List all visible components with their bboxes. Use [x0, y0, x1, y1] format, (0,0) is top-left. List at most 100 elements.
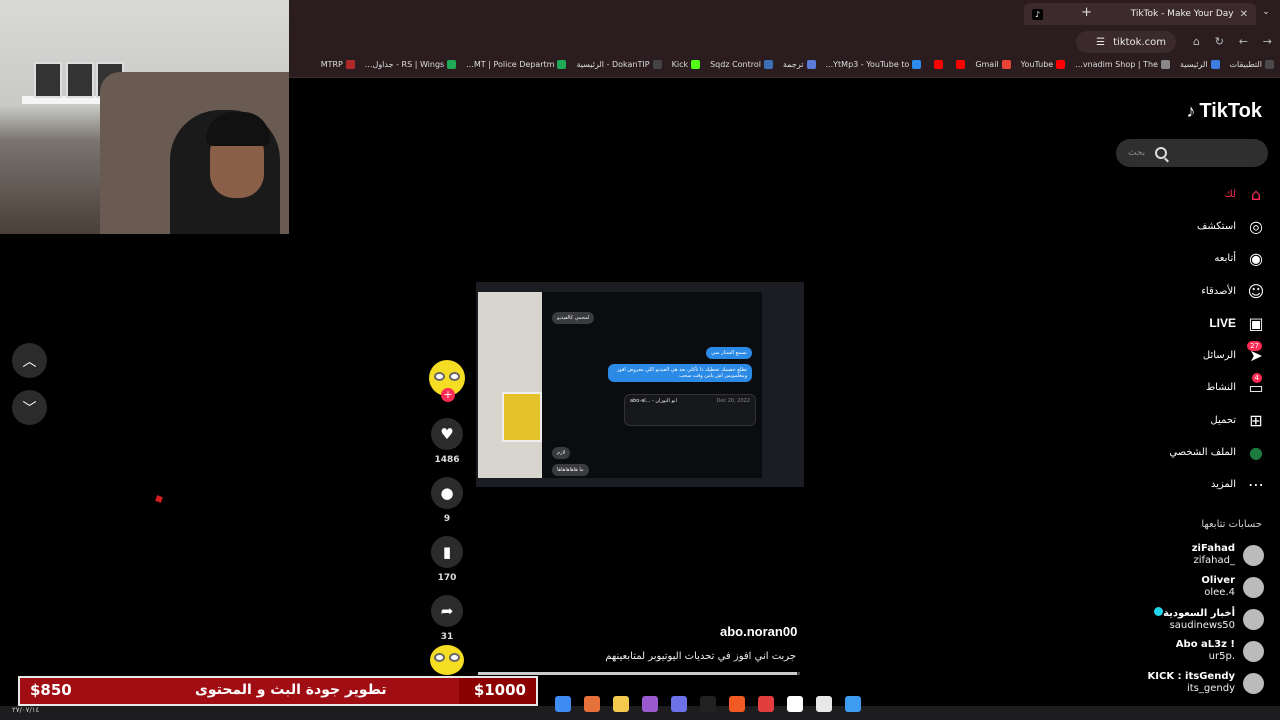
chevron-down-icon: ﹀ [22, 400, 37, 417]
bookmark-label: vnadim Shop | The... [1075, 60, 1158, 69]
home-icon[interactable]: ⌂ [1193, 35, 1200, 48]
bookmark-label: YouTube [1020, 60, 1054, 69]
chevron-down-icon[interactable]: ⌄ [1258, 4, 1274, 20]
bookmark-label: DokanTIP - الرئيسية [576, 60, 650, 69]
app-a-icon[interactable] [584, 696, 600, 712]
sidebar-item-1[interactable]: استكشف ◎ [1146, 210, 1266, 242]
video-username[interactable]: abo.noran00 [720, 624, 797, 639]
sidebar-item-2[interactable]: أتابعه ◉ [1146, 243, 1266, 275]
chrome-icon[interactable] [555, 696, 571, 712]
bookmark-label: Sqdz Control [710, 60, 761, 69]
bookmark-favicon-icon [764, 60, 773, 69]
bookmark-item[interactable]: YtMp3 - YouTube to... [826, 60, 922, 69]
share-arrow-icon[interactable]: ➦ [431, 595, 463, 627]
folder-icon[interactable] [613, 696, 629, 712]
brave-icon[interactable] [729, 696, 745, 712]
bookmark-item[interactable] [931, 60, 944, 69]
webcam-frame [34, 62, 62, 98]
heart-icon[interactable]: ♥ [431, 418, 463, 450]
comment-action[interactable]: ● 9 [428, 477, 466, 524]
bookmark-label: الرئيسية [1179, 60, 1208, 69]
bookmark-item[interactable]: Sqdz Control [710, 60, 773, 69]
browser-tab[interactable]: ✕ TikTok - Make Your Day ♪ [1024, 3, 1256, 25]
windows-icon[interactable] [845, 696, 861, 712]
follow-plus-button[interactable]: + [441, 388, 455, 402]
followed-account[interactable]: أخبار السعودية saudinews50 [1134, 603, 1264, 635]
quote-author: abo-al... - ابو النوران [630, 398, 677, 404]
site-settings-icon[interactable]: ☰ [1096, 37, 1105, 48]
creator-avatar[interactable]: + [429, 360, 465, 402]
tiktok-note-icon: ♪ [1186, 101, 1196, 121]
sidebar-item-5[interactable]: الرسائل ➤ 27 [1146, 339, 1266, 371]
bookmark-item[interactable]: Kick [672, 60, 701, 69]
search-icon[interactable] [1155, 147, 1168, 159]
bookmark-favicon-icon [1160, 60, 1170, 69]
goal-target-amount: $1000 [473, 681, 526, 699]
next-creator-avatar[interactable] [430, 645, 464, 675]
bookmark-label: Gmail [975, 60, 999, 69]
followed-account[interactable]: Abo aL3z ! ur5p. [1134, 635, 1264, 667]
reload-icon[interactable]: ↻ [1215, 35, 1224, 48]
new-tab-button[interactable]: + [1081, 5, 1092, 20]
minion-eyes [434, 372, 460, 381]
comment-icon[interactable]: ● [431, 477, 463, 509]
bookmark-label: YtMp3 - YouTube to... [825, 60, 910, 69]
chat-quote-card: abo-al... - ابو النوران Dec 20, 2022 [624, 394, 756, 426]
bookmark-item[interactable]: YouTube [1021, 60, 1066, 69]
red-app-icon[interactable] [758, 696, 774, 712]
bookmark-item[interactable]: التطبيقات [1230, 60, 1274, 69]
notification-badge: 27 [1247, 340, 1262, 351]
followed-account[interactable]: ziFahad zifahad_ [1134, 539, 1264, 571]
account-name-text: KICK : itsGendy [1147, 671, 1235, 682]
sidebar-item-8[interactable]: الملف الشخصي ● [1146, 436, 1266, 468]
video-progress-bar[interactable] [478, 672, 800, 675]
sidebar-item-0[interactable]: لك ⌂ [1146, 178, 1266, 210]
sidebar-item-9[interactable]: المزيد ⋯ [1146, 469, 1266, 501]
sidebar-item-6[interactable]: النشاط ▭ 4 [1146, 372, 1266, 404]
followed-account[interactable]: Oliver olee.4 [1134, 571, 1264, 603]
bookmark-favicon-icon [1210, 60, 1220, 69]
circle-app-icon[interactable] [642, 696, 658, 712]
bookmark-item[interactable]: DokanTIP - الرئيسية [576, 60, 662, 69]
account-name-text: أخبار السعودية [1163, 607, 1235, 619]
forward-icon[interactable]: → [1263, 35, 1272, 48]
windows-taskbar: ٢٧/٠٧/١٤ [0, 696, 1280, 720]
sidebar-item-7[interactable]: تحميل ⊞ [1146, 404, 1266, 436]
bookmark-item[interactable]: MTRP [321, 60, 355, 69]
tiktok-logo[interactable]: ♪ TikTok [1186, 100, 1262, 123]
close-icon[interactable]: ✕ [1240, 9, 1248, 20]
bookmark-item[interactable]: RS | Wings - جداول... [365, 60, 457, 69]
bookmark-icon[interactable]: ▮ [431, 536, 463, 568]
sidebar-item-3[interactable]: الأصدقاء ☺ [1146, 275, 1266, 307]
webcam-overlay [0, 0, 289, 234]
video-progress-fill [478, 672, 797, 675]
bookmark-item[interactable]: الرئيسية [1180, 60, 1220, 69]
bookmark-item[interactable] [953, 60, 966, 69]
bookmark-item[interactable]: MT | Police Departm... [466, 60, 567, 69]
search-input[interactable]: بحث [1116, 139, 1268, 167]
next-video-button[interactable]: ﹀ [12, 390, 47, 425]
bookmark-item[interactable]: ترجمة [783, 60, 816, 69]
like-action[interactable]: ♥ 1486 [428, 418, 466, 465]
sidebar-item-label: الملف الشخصي [1169, 447, 1236, 459]
store-icon[interactable] [816, 696, 832, 712]
sidebar-item-4[interactable]: LIVE ▣ [1146, 307, 1266, 339]
previous-video-button[interactable]: ︿ [12, 343, 47, 378]
capcut-icon[interactable] [787, 696, 803, 712]
save-action[interactable]: ▮ 170 [428, 536, 466, 583]
followed-account[interactable]: KICK : itsGendy its_gendy [1134, 667, 1264, 699]
bookmark-item[interactable]: Gmail [975, 60, 1011, 69]
bookmark-favicon-icon [1056, 60, 1066, 69]
share-action[interactable]: ➦ 31 [428, 595, 466, 642]
bookmark-item[interactable]: vnadim Shop | The... [1075, 60, 1170, 69]
followed-account-text: أخبار السعودية saudinews50 [1152, 606, 1235, 632]
chat-bubble: لازم [552, 447, 571, 459]
back-icon[interactable]: ← [1239, 35, 1248, 48]
discord-icon[interactable] [671, 696, 687, 712]
followed-account-text: Oliver olee.4 [1201, 575, 1235, 599]
goal-current-amount: $850 [30, 681, 72, 699]
video-player[interactable]: لمحمي كالفيديو نسمع الستار سي تطلع خصمك … [476, 282, 804, 487]
bookmark-favicon-icon [1265, 60, 1274, 69]
address-bar[interactable]: ☰ tiktok.com [1076, 31, 1176, 53]
tiktok-app-icon[interactable] [700, 696, 716, 712]
